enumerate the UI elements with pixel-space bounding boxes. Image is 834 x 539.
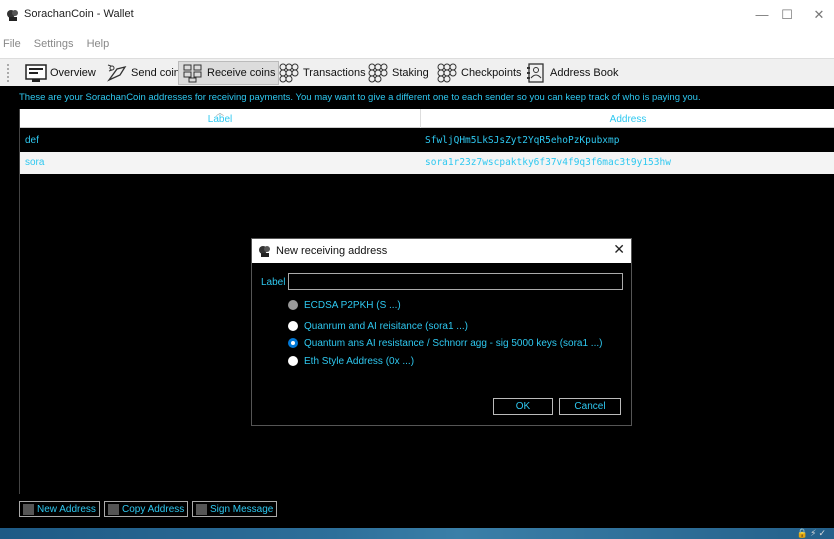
row-label: sora	[25, 157, 45, 168]
overview-icon	[25, 64, 47, 82]
checkpoints-icon	[437, 63, 457, 83]
label-input[interactable]	[288, 273, 623, 290]
radio-label: ECDSA P2PKH (S ...)	[304, 299, 401, 311]
radio-button[interactable]	[288, 321, 298, 331]
radio-button[interactable]	[288, 300, 298, 310]
tab-receive-coins[interactable]: Receive coins	[178, 61, 280, 85]
ok-button[interactable]: OK	[493, 398, 553, 415]
menu-file[interactable]: File	[3, 38, 21, 50]
staking-icon	[368, 63, 388, 83]
cancel-button[interactable]: Cancel	[559, 398, 621, 415]
radio-label: Quanrum and AI reisitance (sora1 ...)	[304, 320, 468, 332]
radio-label: Eth Style Address (0x ...)	[304, 355, 415, 367]
tab-address-book-label: Address Book	[550, 67, 619, 79]
radio-quantum-ai[interactable]: Quanrum and AI reisitance (sora1 ...)	[288, 319, 468, 333]
sign-message-button[interactable]: Sign Message	[192, 501, 278, 517]
dialog-close-button[interactable]: ✕	[613, 241, 625, 258]
dialog-title: New receiving address	[276, 245, 388, 257]
sign-message-icon	[196, 503, 207, 515]
new-receiving-address-dialog: New receiving address ✕ Label ECDSA P2PK…	[251, 238, 632, 426]
status-icons: 🔒⚡✓	[796, 528, 828, 538]
close-button[interactable]: ✕	[809, 5, 829, 25]
receive-coins-icon	[183, 64, 202, 83]
radio-quantum-schnorr[interactable]: Quantum ans AI resistance / Schnorr agg …	[288, 336, 602, 350]
tab-send-coins[interactable]: Send coins	[103, 61, 188, 85]
tab-overview[interactable]: Overview	[22, 61, 99, 85]
column-header-label[interactable]: Label	[20, 109, 421, 128]
table-header: ︿ Label Address	[20, 109, 834, 128]
radio-label: Quantum ans AI resistance / Schnorr agg …	[304, 337, 603, 349]
sorachancoin-logo-icon	[7, 10, 18, 21]
tab-overview-label: Overview	[50, 67, 96, 79]
window-title: SorachanCoin - Wallet	[24, 8, 134, 20]
minimize-button[interactable]: —	[752, 5, 772, 25]
new-address-button[interactable]: New Address	[19, 501, 100, 517]
column-header-address[interactable]: Address	[421, 109, 834, 128]
row-address: SfwljQHm5LkSJsZyt2YqR5ehoPzKpubxmp	[425, 135, 620, 146]
title-bar: SorachanCoin - Wallet — ☐ ✕	[0, 0, 834, 30]
tab-staking-label: Staking	[392, 67, 429, 79]
sorachancoin-logo-icon	[259, 246, 270, 257]
radio-button-selected[interactable]	[288, 338, 298, 348]
send-coins-icon	[107, 64, 127, 82]
sign-message-label: Sign Message	[210, 503, 274, 515]
tab-transactions[interactable]: Transactions	[275, 61, 369, 85]
radio-button[interactable]	[288, 356, 298, 366]
tab-checkpoints-label: Checkpoints	[461, 67, 522, 79]
new-address-label: New Address	[37, 503, 96, 515]
menu-settings[interactable]: Settings	[34, 38, 74, 50]
tab-checkpoints[interactable]: Checkpoints	[433, 61, 525, 85]
menu-help[interactable]: Help	[87, 38, 110, 50]
table-row[interactable]: def SfwljQHm5LkSJsZyt2YqR5ehoPzKpubxmp	[20, 130, 834, 152]
info-text: These are your SorachanCoin addresses fo…	[19, 92, 701, 103]
transactions-icon	[279, 63, 299, 83]
tab-receive-coins-label: Receive coins	[207, 67, 276, 79]
address-book-icon	[527, 63, 544, 83]
maximize-button[interactable]: ☐	[777, 5, 797, 25]
copy-address-button[interactable]: Copy Address	[104, 501, 189, 517]
label-caption: Label	[261, 277, 286, 288]
row-label: def	[25, 135, 39, 146]
radio-ecdsa-p2pkh[interactable]: ECDSA P2PKH (S ...)	[288, 298, 401, 312]
copy-address-label: Copy Address	[122, 503, 185, 515]
tab-address-book[interactable]: Address Book	[522, 61, 621, 85]
toolbar-grip[interactable]	[7, 64, 11, 82]
menu-bar: File Settings Help	[0, 38, 112, 54]
new-address-icon	[23, 503, 34, 515]
copy-icon	[108, 503, 119, 515]
tab-staking[interactable]: Staking	[364, 61, 432, 85]
tab-transactions-label: Transactions	[303, 67, 366, 79]
status-bar: 🔒⚡✓	[0, 528, 834, 539]
row-address: sora1r23z7wscpaktky6f37v4f9q3f6mac3t9y15…	[425, 157, 671, 168]
radio-eth-style[interactable]: Eth Style Address (0x ...)	[288, 354, 414, 368]
table-row[interactable]: sora sora1r23z7wscpaktky6f37v4f9q3f6mac3…	[20, 152, 834, 174]
main-toolbar: Overview Send coins Receive coins Transa…	[0, 58, 834, 86]
dialog-title-bar: New receiving address ✕	[252, 239, 631, 263]
